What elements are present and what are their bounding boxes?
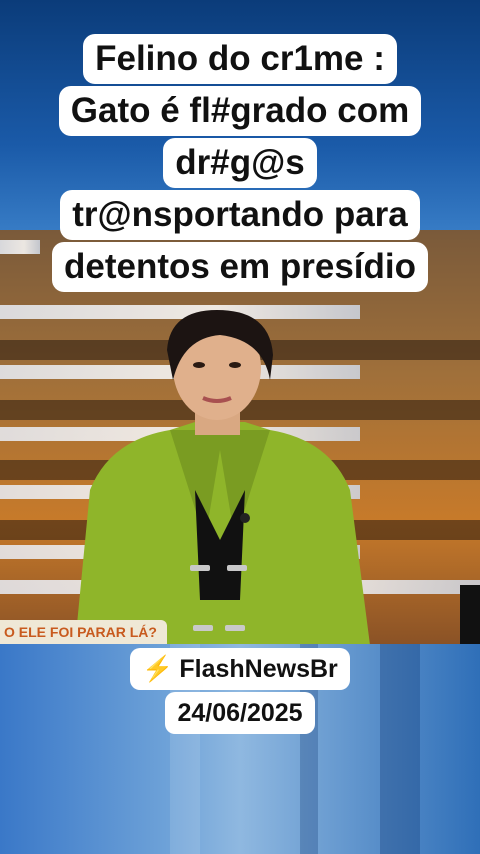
headline-line: Felino do cr1me : [83,34,397,84]
lightning-bolt-icon: ⚡ [142,655,174,683]
watermark: ⚡ FlashNewsBr 24/06/2025 [90,648,390,734]
headline-line: detentos em presídio [51,242,429,292]
headline-line: dr#g@s [163,138,317,188]
studio-monitor [460,585,480,645]
headline-line: Gato é fl#grado com [58,86,422,136]
channel-name: FlashNewsBr [179,655,338,683]
headline-line: tr@nsportando para [60,190,420,240]
news-anchor [75,310,370,645]
date-tag: 24/06/2025 [165,692,315,734]
lower-third-caption: O ELE FOI PARAR LÁ? [0,620,167,644]
video-frame: O ELE FOI PARAR LÁ? Felino do cr1me : Ga… [0,0,480,854]
headline: Felino do cr1me : Gato é fl#grado com dr… [20,34,460,294]
channel-tag: ⚡ FlashNewsBr [130,648,350,690]
